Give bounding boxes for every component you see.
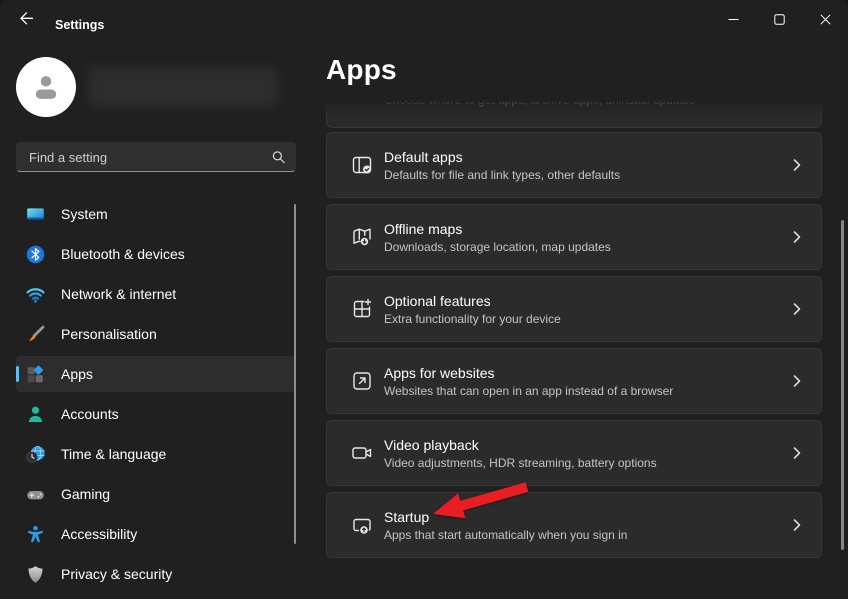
default-apps-icon xyxy=(350,153,374,177)
apps-for-websites-icon xyxy=(350,369,374,393)
card-text: Apps for websites Websites that can open … xyxy=(384,364,673,399)
main-panel: Apps Choose where to get apps, archive a… xyxy=(312,40,848,599)
accessibility-icon xyxy=(25,524,46,545)
sidebar-item-gaming[interactable]: Gaming xyxy=(16,476,296,512)
settings-card-offline-maps[interactable]: Offline maps Downloads, storage location,… xyxy=(326,204,822,270)
card-subtitle: Apps that start automatically when you s… xyxy=(384,527,628,542)
user-name-redacted xyxy=(88,67,278,107)
sidebar-item-label: Privacy & security xyxy=(61,566,173,582)
gaming-icon xyxy=(25,484,46,505)
close-button[interactable] xyxy=(802,0,848,38)
settings-card-default-apps[interactable]: Default apps Defaults for file and link t… xyxy=(326,132,822,198)
minimize-button[interactable] xyxy=(710,0,756,38)
settings-card-video-playback[interactable]: Video playback Video adjustments, HDR str… xyxy=(326,420,822,486)
card-title: Optional features xyxy=(384,292,491,309)
chevron-right-icon xyxy=(791,441,803,465)
optional-features-icon xyxy=(350,297,374,321)
sidebar-item-label: Apps xyxy=(61,366,93,382)
bluetooth-icon xyxy=(25,244,46,265)
system-icon xyxy=(25,204,46,225)
sidebar-item-apps[interactable]: Apps xyxy=(16,356,296,392)
titlebar: Settings xyxy=(0,0,848,40)
sidebar-item-label: Gaming xyxy=(61,486,111,502)
settings-card-optional-features[interactable]: Optional features Extra functionality for… xyxy=(326,276,822,342)
card-subtitle: Video adjustments, HDR streaming, batter… xyxy=(384,455,657,470)
sidebar-item-label: Time & language xyxy=(61,446,167,462)
maximize-button[interactable] xyxy=(756,0,802,38)
network-icon xyxy=(25,284,46,305)
search-box xyxy=(16,142,296,172)
card-subtitle: Extra functionality for your device xyxy=(384,311,561,326)
sidebar-item-network-internet[interactable]: Network & internet xyxy=(16,276,296,312)
sidebar-scrollbar[interactable] xyxy=(294,204,296,544)
sidebar: System Bluetooth & devices Network & inter… xyxy=(0,40,312,599)
annotation-arrow-pointing-startup xyxy=(433,482,529,519)
maximize-icon xyxy=(773,13,785,25)
back-arrow-icon xyxy=(18,10,35,30)
card-text: Offline maps Downloads, storage location,… xyxy=(384,220,611,255)
settings-card-startup[interactable]: Startup Apps that start automatically whe… xyxy=(326,492,822,558)
offline-maps-icon xyxy=(350,225,374,249)
sidebar-item-accessibility[interactable]: Accessibility xyxy=(16,516,296,552)
chevron-right-icon xyxy=(791,369,803,393)
sidebar-item-label: Bluetooth & devices xyxy=(61,246,185,262)
card-subtitle: Websites that can open in an app instead… xyxy=(384,383,674,398)
search-icon xyxy=(271,150,286,165)
user-profile[interactable] xyxy=(16,57,296,117)
settings-list: Choose where to get apps, archive apps, … xyxy=(326,100,822,599)
sidebar-item-label: Accounts xyxy=(61,406,119,422)
sidebar-item-system[interactable]: System xyxy=(16,196,296,232)
settings-card-clipped[interactable]: Choose where to get apps, archive apps, … xyxy=(326,100,822,128)
card-subtitle: Downloads, storage location, map updates xyxy=(384,239,611,254)
chevron-right-icon xyxy=(791,513,803,537)
startup-icon xyxy=(350,513,374,537)
close-icon xyxy=(819,13,831,25)
accounts-icon xyxy=(25,404,46,425)
sidebar-item-label: System xyxy=(61,206,108,222)
card-text: Video playback Video adjustments, HDR str… xyxy=(384,436,657,471)
sidebar-item-privacy-security[interactable]: Privacy & security xyxy=(16,556,296,592)
minimize-icon xyxy=(728,14,739,25)
card-subtitle: Defaults for file and link types, other … xyxy=(384,167,621,182)
settings-card-apps-for-websites[interactable]: Apps for websites Websites that can open … xyxy=(326,348,822,414)
back-button[interactable] xyxy=(8,5,44,35)
app-title: Settings xyxy=(55,18,105,32)
sidebar-item-label: Personalisation xyxy=(61,326,157,342)
card-title: Apps for websites xyxy=(384,364,495,381)
selected-accent-bar xyxy=(16,366,19,382)
settings-window: Settings System Bluetooth & devices Networ… xyxy=(0,0,848,599)
window-controls xyxy=(710,0,848,38)
sidebar-item-label: Accessibility xyxy=(61,526,138,542)
personalisation-icon xyxy=(25,324,46,345)
privacy-security-icon xyxy=(25,564,46,585)
time-language-icon xyxy=(25,444,46,465)
card-title: Default apps xyxy=(384,148,463,165)
sidebar-item-personalisation[interactable]: Personalisation xyxy=(16,316,296,352)
sidebar-item-time-language[interactable]: Time & language xyxy=(16,436,296,472)
sidebar-item-accounts[interactable]: Accounts xyxy=(16,396,296,432)
sidebar-nav: System Bluetooth & devices Network & inter… xyxy=(0,196,312,596)
apps-icon xyxy=(25,364,46,385)
sidebar-item-bluetooth-devices[interactable]: Bluetooth & devices xyxy=(16,236,296,272)
main-scrollbar[interactable] xyxy=(841,220,844,550)
video-playback-icon xyxy=(350,441,374,465)
search-input[interactable] xyxy=(17,143,295,171)
card-text: Default apps Defaults for file and link t… xyxy=(384,148,620,183)
page-title: Apps xyxy=(326,54,397,85)
sidebar-item-label: Network & internet xyxy=(61,286,177,302)
chevron-right-icon xyxy=(791,225,803,249)
chevron-right-icon xyxy=(791,153,803,177)
chevron-right-icon xyxy=(791,297,803,321)
avatar-person-icon xyxy=(16,57,76,117)
card-title: Offline maps xyxy=(384,220,463,237)
card-text: Optional features Extra functionality for… xyxy=(384,292,561,327)
card-title: Video playback xyxy=(384,436,479,453)
card-subtitle: Choose where to get apps, archive apps, … xyxy=(384,100,696,107)
